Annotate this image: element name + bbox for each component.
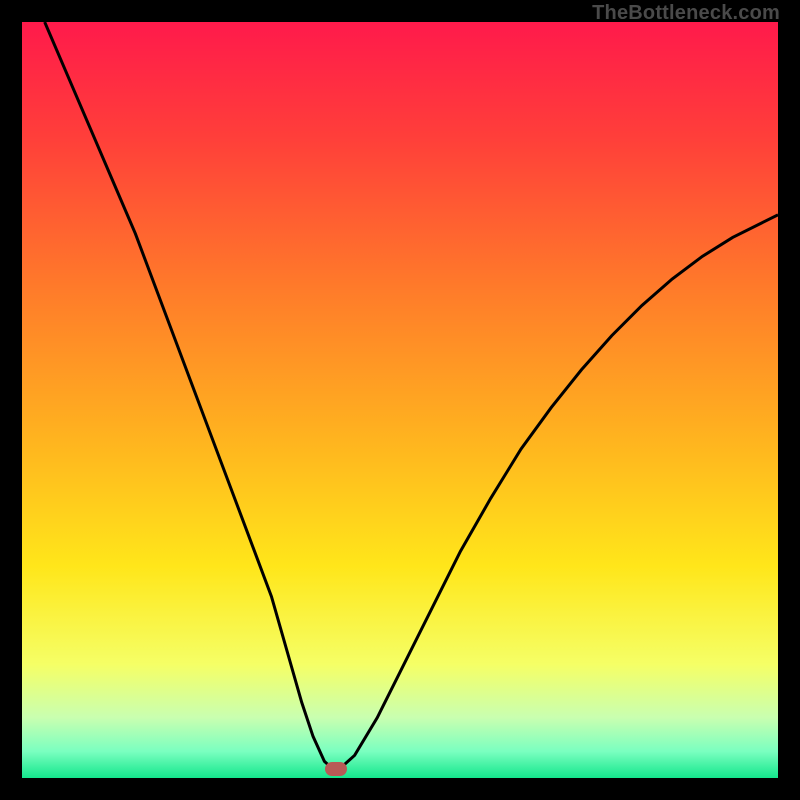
minimum-marker: [325, 762, 347, 776]
gradient-background: [22, 22, 778, 778]
watermark-text: TheBottleneck.com: [592, 2, 780, 25]
bottleneck-chart: [22, 22, 778, 778]
